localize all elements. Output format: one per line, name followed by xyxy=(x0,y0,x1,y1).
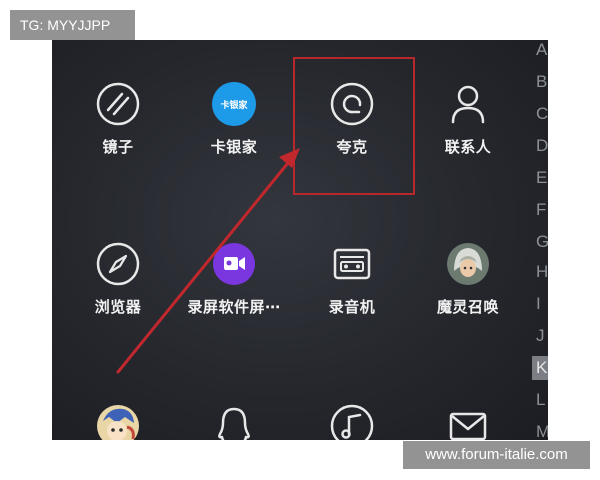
watermark-bottom-right: www.forum-italie.com xyxy=(403,441,590,469)
annotation-arrow-icon xyxy=(116,148,300,374)
watermark-top-left: TG: MYYJJPP xyxy=(10,10,135,40)
